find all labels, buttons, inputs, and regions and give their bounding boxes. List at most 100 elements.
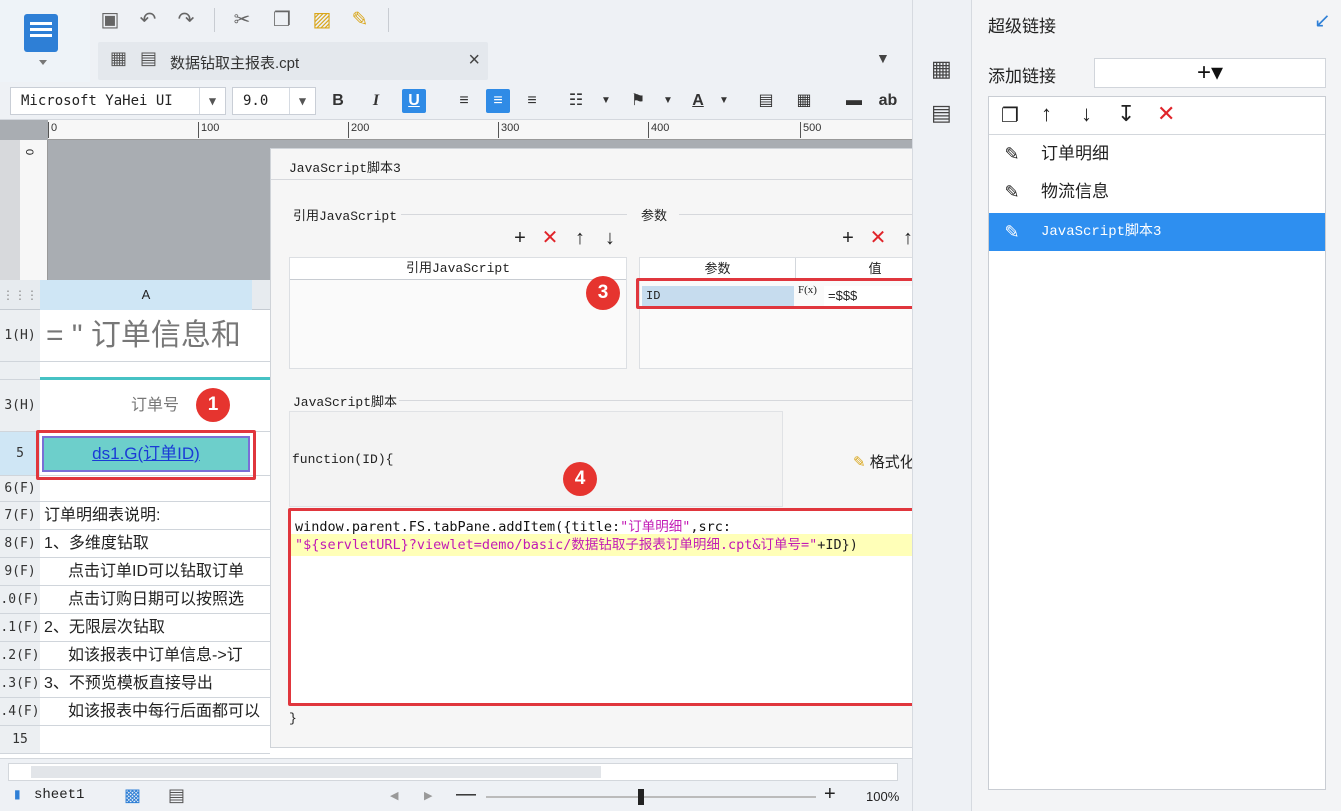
cell-attr-icon[interactable]: ▦: [931, 56, 952, 82]
ruler-tick: 100: [198, 122, 219, 138]
ab-button[interactable]: ab: [876, 89, 900, 113]
arrow-down-icon[interactable]: ↓: [595, 227, 625, 249]
row-header[interactable]: 3(H): [0, 380, 40, 432]
text-field-icon[interactable]: ▬: [842, 89, 866, 113]
toolbar-separator: [388, 8, 389, 32]
save-icon[interactable]: ▣: [98, 8, 122, 32]
split-cell-icon[interactable]: ▦: [792, 89, 816, 113]
undo-icon[interactable]: ↶: [136, 8, 160, 32]
text-cell[interactable]: 如该报表中每行后面都可以: [40, 698, 270, 726]
align-center-icon[interactable]: ≡: [486, 89, 510, 113]
italic-button[interactable]: I: [364, 89, 388, 113]
add-report-icon[interactable]: ▤: [168, 785, 185, 806]
arrow-up-icon[interactable]: ↑: [565, 227, 595, 249]
zoom-slider[interactable]: [486, 796, 816, 798]
tab-menu-icon[interactable]: ▼: [876, 50, 890, 66]
bold-button[interactable]: B: [326, 89, 350, 113]
align-left-icon[interactable]: ≡: [452, 89, 476, 113]
ruler-strip: [0, 140, 20, 280]
align-right-icon[interactable]: ≡: [520, 89, 544, 113]
delete-icon[interactable]: ✕: [863, 227, 893, 249]
add-link-button[interactable]: +▾: [1094, 58, 1326, 88]
text-cell[interactable]: 点击订购日期可以按照选: [40, 586, 270, 614]
divider: [399, 400, 955, 401]
add-icon[interactable]: +: [833, 227, 863, 249]
delete-icon[interactable]: ✕: [535, 227, 565, 249]
font-size-select[interactable]: 9.0 ▼: [232, 87, 316, 115]
text-cell[interactable]: 1、多维度钻取: [40, 530, 270, 558]
cut-icon[interactable]: ✂: [230, 8, 254, 32]
zoom-out-icon[interactable]: —: [456, 783, 476, 806]
text-cell[interactable]: 如该报表中订单信息->订: [40, 642, 270, 670]
select-all-icon[interactable]: ⋮⋮⋮: [0, 280, 40, 310]
row-header[interactable]: 15: [0, 726, 40, 754]
copy-icon[interactable]: ❐: [1001, 103, 1019, 128]
chevron-right-icon[interactable]: ▶: [424, 789, 432, 802]
scrollbar-thumb[interactable]: [31, 766, 601, 778]
redo-icon[interactable]: ↷: [174, 8, 198, 32]
font-family-select[interactable]: Microsoft YaHei UI ▼: [10, 87, 226, 115]
link-item-selected[interactable]: ✎ JavaScript脚本3: [989, 213, 1325, 251]
link-item[interactable]: ✎ 物流信息: [989, 173, 1325, 211]
row-header[interactable]: 1(H): [0, 310, 40, 362]
chevron-down-icon[interactable]: ▼: [656, 89, 680, 113]
app-logo[interactable]: [0, 0, 90, 84]
empty-cell[interactable]: [40, 726, 270, 754]
row-header[interactable]: 5: [0, 432, 40, 476]
ruler-tick: 300: [498, 122, 519, 138]
row-header[interactable]: .0(F): [0, 586, 40, 614]
arrow-down-icon[interactable]: ↓: [1081, 101, 1092, 127]
row-header[interactable]: 6(F): [0, 476, 40, 502]
add-icon[interactable]: +: [505, 227, 535, 249]
column-header-a[interactable]: A: [40, 280, 252, 310]
row-header[interactable]: 8(F): [0, 530, 40, 558]
text-cell[interactable]: 订单明细表说明:: [40, 502, 270, 530]
link-item-label: 物流信息: [1041, 182, 1109, 201]
row-header[interactable]: .1(F): [0, 614, 40, 642]
header-cell[interactable]: 订单号: [40, 380, 270, 432]
sheet-tab[interactable]: sheet1: [34, 787, 84, 803]
grid-icon: ▦: [110, 48, 128, 68]
chevron-down-icon: [39, 60, 47, 65]
link-list: ❐ ↑ ↓ ↧ ✕ ✎ 订单明细 ✎ 物流信息 ✎ JavaScript脚本3: [988, 96, 1326, 790]
link-item[interactable]: ✎ 订单明细: [989, 135, 1325, 173]
chevron-down-icon[interactable]: ▼: [712, 89, 736, 113]
row-header[interactable]: .3(F): [0, 670, 40, 698]
horizontal-scrollbar[interactable]: [8, 763, 898, 781]
sort-icon[interactable]: ↧: [1117, 101, 1135, 127]
title-cell[interactable]: = " 订单信息和: [40, 310, 270, 362]
row-header[interactable]: .2(F): [0, 642, 40, 670]
sheet-grid: ⋮⋮⋮ A 1(H) = " 订单信息和 3(H) 订单号 5 ds1.G(订单…: [0, 280, 270, 758]
merge-cell-icon[interactable]: ▤: [754, 89, 778, 113]
copy-icon[interactable]: ❐: [270, 8, 294, 32]
file-tab[interactable]: ▦ ▤ 数据钻取主报表.cpt ×: [98, 42, 488, 80]
font-color-icon[interactable]: A: [686, 89, 710, 113]
border-icon[interactable]: ☷: [564, 89, 588, 113]
text-cell[interactable]: 3、不预览模板直接导出: [40, 670, 270, 698]
delete-icon[interactable]: ✕: [1157, 101, 1175, 127]
fill-color-icon[interactable]: ⚑: [626, 89, 650, 113]
hyperlink-panel: 超级链接 ↙ 添加链接 +▾ ❐ ↑ ↓ ↧ ✕ ✎ 订单明细 ✎ 物流信息 ✎…: [972, 0, 1341, 811]
format-painter-icon[interactable]: ✎: [348, 8, 372, 32]
row-header[interactable]: 7(F): [0, 502, 40, 530]
font-size-value: 9.0: [243, 93, 269, 109]
sheet-icon: ▮: [14, 787, 21, 801]
chevron-down-icon[interactable]: ▼: [594, 89, 618, 113]
zoom-slider-thumb[interactable]: [638, 789, 644, 805]
text-cell[interactable]: 点击订单ID可以钻取订单: [40, 558, 270, 586]
chevron-left-icon[interactable]: ◀: [390, 789, 398, 802]
underline-button[interactable]: U: [402, 89, 426, 113]
widget-settings-icon[interactable]: ▤: [931, 100, 952, 126]
zoom-in-icon[interactable]: +: [824, 783, 836, 806]
row-header[interactable]: .4(F): [0, 698, 40, 726]
collapse-icon[interactable]: ↙: [1314, 8, 1331, 33]
add-sheet-icon[interactable]: ▩: [124, 785, 141, 806]
edit-icon: ✎: [1004, 222, 1020, 242]
paste-icon[interactable]: ▨: [310, 8, 334, 32]
ref-js-group-label: 引用JavaScript: [293, 209, 398, 224]
row-header[interactable]: 9(F): [0, 558, 40, 586]
arrow-up-icon[interactable]: ↑: [1041, 101, 1052, 127]
close-icon[interactable]: ×: [468, 49, 480, 72]
ref-js-table[interactable]: 引用JavaScript: [289, 257, 627, 369]
text-cell[interactable]: 2、无限层次钻取: [40, 614, 270, 642]
